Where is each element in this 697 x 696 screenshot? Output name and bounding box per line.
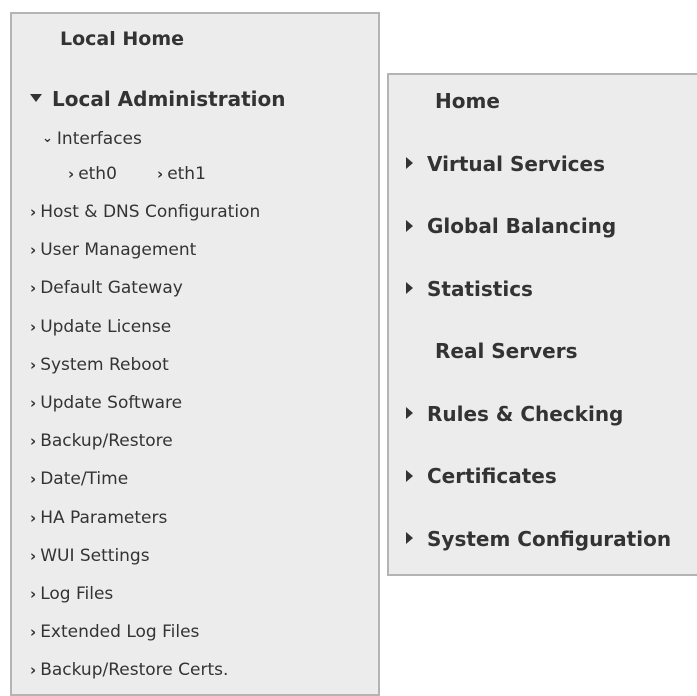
triangle-down-icon <box>30 93 42 102</box>
menu-item-label: Backup/Restore <box>40 431 173 452</box>
eth0-label: eth0 <box>78 164 117 184</box>
menu-item-real-servers[interactable]: Real Servers <box>435 339 577 363</box>
chevron-right-icon: › <box>30 623 37 642</box>
chevron-right-icon: › <box>30 394 37 412</box>
menu-item-virtual-services[interactable]: Virtual Services <box>406 152 605 176</box>
menu-item-statistics[interactable]: Statistics <box>406 277 533 301</box>
menu-item-label: Global Balancing <box>427 214 617 238</box>
triangle-right-icon <box>406 532 413 544</box>
menu-item-label: Date/Time <box>40 469 129 490</box>
eth1-label: eth1 <box>167 164 206 184</box>
menu-item-rules-checking[interactable]: Rules & Checking <box>406 402 623 426</box>
chevron-right-icon: › <box>30 355 37 374</box>
triangle-right-icon <box>406 157 413 169</box>
local-admin-menu-panel: Local Home Local Administration ⌄ Interfa… <box>10 12 380 696</box>
menu-item-label: Virtual Services <box>427 151 606 176</box>
menu-item-label: HA Parameters <box>40 507 168 528</box>
menu-item-label: Real Servers <box>435 339 578 363</box>
menu-item-eth1[interactable]: › eth1 <box>157 164 206 184</box>
menu-item-label: Statistics <box>427 276 533 301</box>
menu-item-wui-settings[interactable]: › WUI Settings <box>30 546 150 566</box>
chevron-right-icon: › <box>30 508 37 527</box>
menu-item-host-dns-configuration[interactable]: › Host & DNS Configuration <box>30 202 260 222</box>
local-home-link[interactable]: Local Home <box>60 28 184 50</box>
menu-item-backup-restore-certs[interactable]: › Backup/Restore Certs. <box>30 660 228 680</box>
chevron-right-icon: › <box>30 546 37 565</box>
menu-item-update-license[interactable]: › Update License <box>30 317 171 337</box>
main-menu-panel: Home Virtual Services Global Balancing Stat… <box>387 73 697 576</box>
menu-item-label: Certificates <box>427 464 557 488</box>
chevron-right-icon: › <box>30 241 37 260</box>
menu-item-label: Update Software <box>40 393 183 413</box>
menu-item-system-configuration[interactable]: System Configuration <box>406 527 671 551</box>
local-home-label: Local Home <box>60 28 185 50</box>
chevron-right-icon: › <box>30 470 37 489</box>
local-administration-label: Local Administration <box>52 87 286 111</box>
menu-item-label: Default Gateway <box>40 278 183 299</box>
menu-item-user-management[interactable]: › User Management <box>30 240 196 260</box>
chevron-right-icon: › <box>30 279 37 298</box>
menu-item-update-software[interactable]: › Update Software <box>30 393 182 413</box>
menu-item-label: System Reboot <box>40 354 169 375</box>
menu-item-label: User Management <box>40 240 197 261</box>
menu-item-system-reboot[interactable]: › System Reboot <box>30 355 169 375</box>
menu-item-label: Host & DNS Configuration <box>40 202 261 222</box>
menu-item-label: System Configuration <box>427 526 672 551</box>
menu-item-interfaces[interactable]: ⌄ Interfaces <box>42 129 142 149</box>
chevron-down-icon: ⌄ <box>42 131 53 146</box>
menu-item-label: Backup/Restore Certs. <box>40 660 229 681</box>
chevron-right-icon: › <box>30 432 37 451</box>
chevron-right-icon: › <box>30 585 37 603</box>
chevron-right-icon: › <box>157 165 164 183</box>
menu-item-label: Rules & Checking <box>427 401 624 426</box>
menu-item-eth0[interactable]: › eth0 <box>68 164 117 184</box>
chevron-right-icon: › <box>68 165 75 183</box>
menu-item-default-gateway[interactable]: › Default Gateway <box>30 278 183 298</box>
menu-item-home[interactable]: Home <box>435 89 500 113</box>
menu-item-ha-parameters[interactable]: › HA Parameters <box>30 508 167 528</box>
menu-item-label: Update License <box>40 316 172 337</box>
chevron-right-icon: › <box>30 317 37 336</box>
menu-item-certificates[interactable]: Certificates <box>406 464 557 488</box>
menu-item-label: Extended Log Files <box>40 622 200 643</box>
local-administration-section[interactable]: Local Administration <box>30 87 285 111</box>
menu-item-date-time[interactable]: › Date/Time <box>30 469 128 489</box>
menu-item-extended-log-files[interactable]: › Extended Log Files <box>30 622 199 642</box>
chevron-right-icon: › <box>30 661 37 680</box>
menu-item-backup-restore[interactable]: › Backup/Restore <box>30 431 173 451</box>
menu-item-log-files[interactable]: › Log Files <box>30 584 113 604</box>
triangle-right-icon <box>406 282 413 294</box>
triangle-right-icon <box>406 219 413 232</box>
triangle-right-icon <box>406 407 413 419</box>
menu-item-label: Log Files <box>40 584 114 604</box>
chevron-right-icon: › <box>30 203 37 221</box>
menu-item-label: WUI Settings <box>40 545 150 566</box>
menu-item-label: Home <box>435 89 500 113</box>
menu-item-global-balancing[interactable]: Global Balancing <box>406 214 616 238</box>
triangle-right-icon <box>406 469 413 482</box>
interfaces-label: Interfaces <box>56 129 142 149</box>
